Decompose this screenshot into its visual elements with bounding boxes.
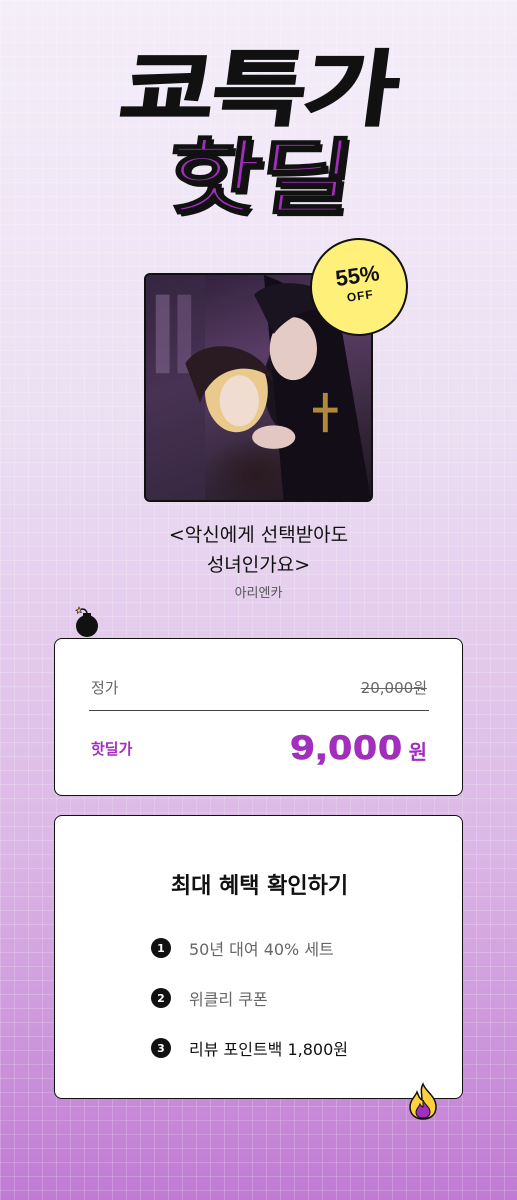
benefit-item: 1 50년 대여 40% 세트 [151, 936, 334, 960]
hero-line-2: 핫딜 [159, 130, 357, 227]
bomb-icon [74, 606, 98, 637]
benefit-number: 3 [151, 1038, 171, 1058]
price-divider [89, 710, 429, 711]
deal-price-row: 핫딜가 9,000 원 [91, 729, 427, 768]
book-title[interactable]: <악신에게 선택받아도 성녀인가요> [0, 520, 517, 580]
price-card: 정가 20,000원 핫딜가 9,000 원 [54, 638, 463, 796]
benefits-title: 최대 혜택 확인하기 [170, 874, 349, 899]
benefit-item: 3 리뷰 포인트백 1,800원 [151, 1036, 348, 1060]
benefit-item: 2 위클리 쿠폰 [151, 986, 268, 1010]
regular-price-value: 20,000원 [360, 679, 427, 697]
regular-price-row: 정가 20,000원 [91, 677, 427, 698]
deal-price: 9,000 원 [289, 729, 427, 768]
benefit-number: 1 [151, 938, 171, 958]
fire-icon [409, 1082, 437, 1120]
hero-line-1: 쿄특가 [113, 42, 403, 139]
deal-price-value: 9,000 [289, 729, 403, 768]
benefit-number: 2 [151, 988, 171, 1008]
benefit-text: 위클리 쿠폰 [189, 990, 268, 1009]
hero-heading: 쿄특가 핫딜 [0, 42, 517, 227]
benefit-text: 리뷰 포인트백 1,800원 [189, 1040, 349, 1059]
book-author: 아리엔카 [234, 586, 283, 601]
benefit-text: 50년 대여 40% 세트 [189, 940, 334, 959]
book-title-line-2: 성녀인가요> [206, 554, 311, 576]
book-title-line-1: <악신에게 선택받아도 [168, 524, 349, 546]
deal-price-unit: 원 [408, 740, 427, 764]
benefits-card: 최대 혜택 확인하기 1 50년 대여 40% 세트 2 위클리 쿠폰 3 리뷰… [54, 815, 463, 1099]
regular-price-label: 정가 [91, 679, 119, 697]
deal-price-label: 핫딜가 [91, 740, 133, 758]
